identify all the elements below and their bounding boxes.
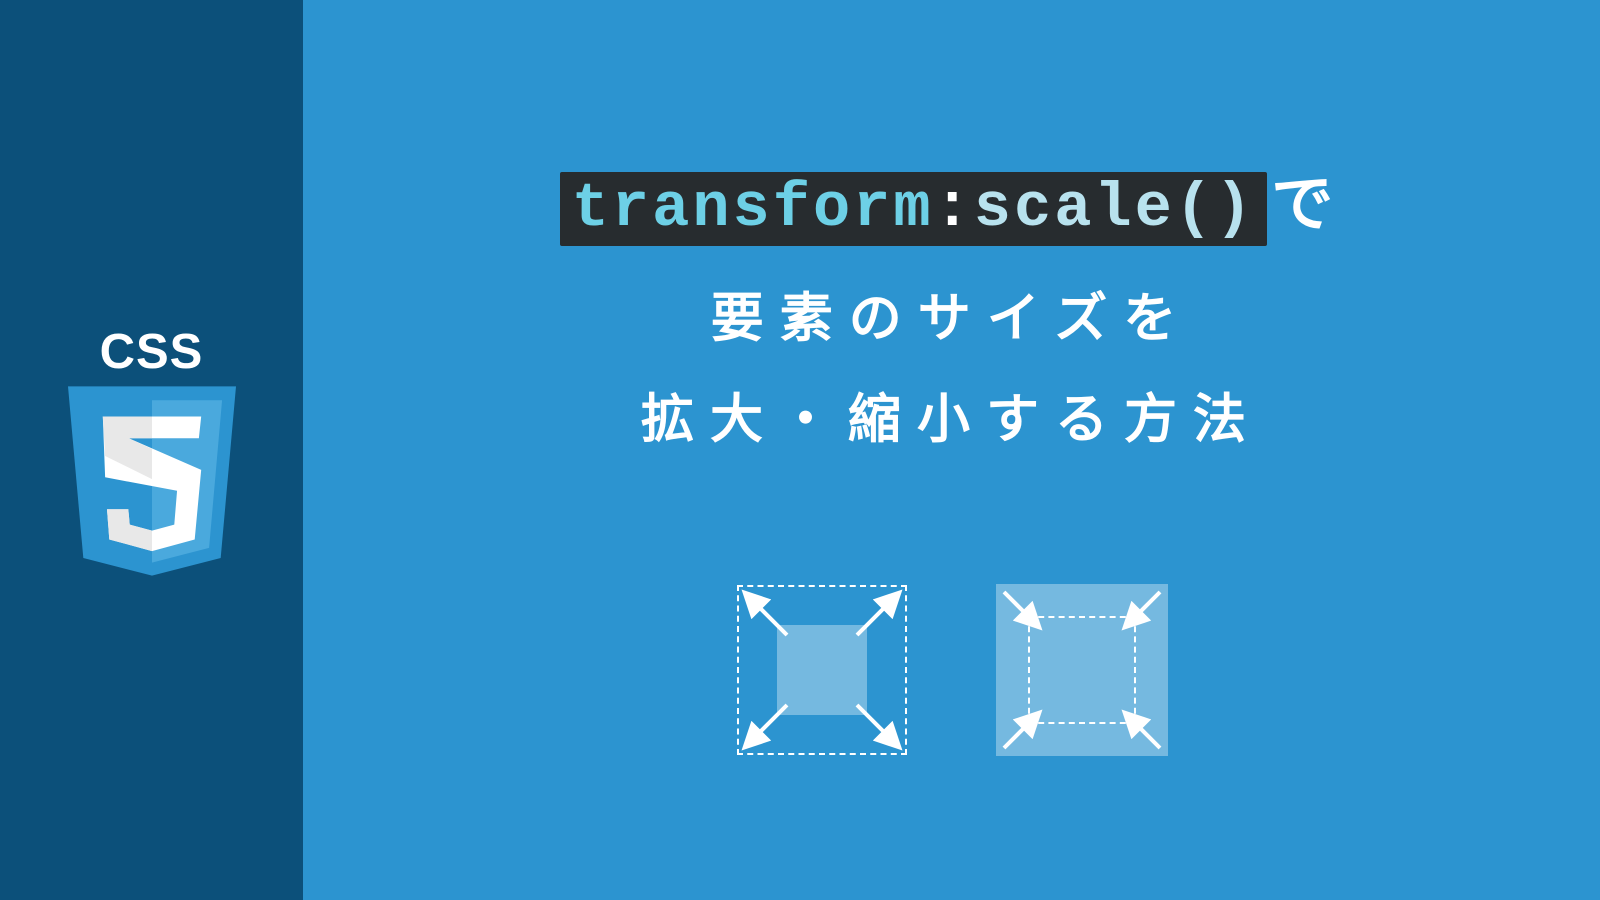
css3-logo-text: CSS — [100, 324, 204, 380]
expand-diagram — [732, 580, 912, 760]
code-value: scale() — [974, 173, 1255, 244]
contract-arrows-icon — [992, 580, 1172, 760]
title-line-3: 拡大・縮小する方法 — [303, 393, 1600, 446]
css3-logo: CSS — [67, 324, 237, 576]
code-property: transform — [572, 173, 934, 244]
title-suffix-1: で — [1271, 170, 1343, 239]
code-colon: : — [934, 173, 974, 244]
title-line-2: 要素のサイズを — [303, 292, 1600, 345]
title-line-1: transform:scale()で — [303, 172, 1600, 246]
sidebar: CSS — [0, 0, 303, 900]
main-content: transform:scale()で 要素のサイズを 拡大・縮小する方法 — [303, 0, 1600, 900]
title-block: transform:scale()で 要素のサイズを 拡大・縮小する方法 — [303, 172, 1600, 446]
contract-diagram — [992, 580, 1172, 760]
code-chip: transform:scale() — [560, 172, 1268, 246]
expand-arrows-icon — [732, 580, 912, 760]
css3-shield-icon — [68, 386, 236, 576]
scale-diagrams — [303, 580, 1600, 760]
